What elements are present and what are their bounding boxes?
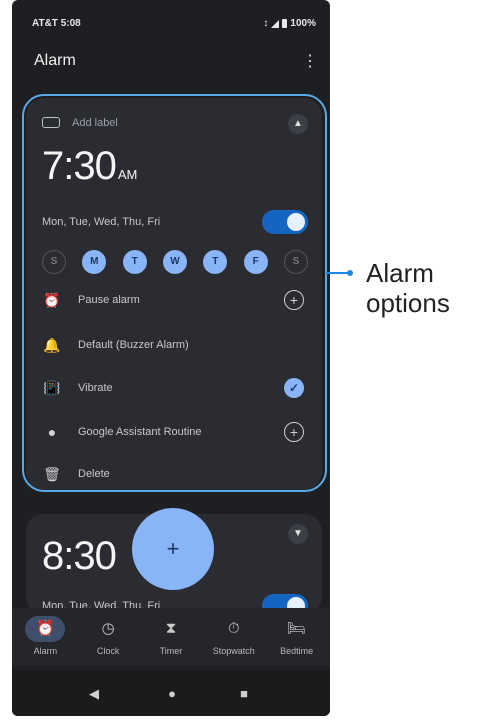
- label-icon: [42, 117, 60, 128]
- system-navigation-bar: ◀ ● ■: [12, 670, 330, 716]
- alarm-time-value: 7:30: [42, 144, 117, 188]
- day-tuesday[interactable]: T: [122, 250, 147, 274]
- vibrate-checkbox[interactable]: ✓: [284, 378, 304, 398]
- sound-row[interactable]: 🔔 Default (Buzzer Alarm): [42, 333, 308, 357]
- recents-icon[interactable]: ■: [236, 686, 252, 702]
- page-title: Alarm: [34, 52, 76, 69]
- status-bar: AT&T 5:08 ↕ 100%: [32, 18, 316, 32]
- stopwatch-icon: ⏱: [227, 620, 240, 637]
- pause-alarm-row[interactable]: ⏰ Pause alarm +: [42, 288, 308, 312]
- hourglass-icon: ⧗: [165, 620, 177, 637]
- assistant-routine-row[interactable]: ● Google Assistant Routine +: [42, 420, 308, 444]
- bell-icon: 🔔: [43, 337, 61, 353]
- assistant-routine-label: Google Assistant Routine: [78, 426, 202, 438]
- alarm-clock-icon: ⏰: [43, 292, 61, 308]
- signal-icon: [271, 19, 280, 28]
- callout-dot: [347, 270, 353, 276]
- alarm-ampm: AM: [117, 167, 138, 182]
- delete-row[interactable]: 🗑 Delete: [42, 462, 308, 486]
- nav-bedtime[interactable]: 🛏 Bedtime: [267, 608, 327, 666]
- callout-line1: Alarm: [366, 258, 434, 288]
- bottom-navigation: ⏰ Alarm ◷ Clock ⧗ Timer ⏱ Stopwatch 🛏 Be…: [12, 608, 330, 666]
- callout-line2: options: [366, 288, 450, 318]
- clock-icon: ◷: [101, 620, 115, 637]
- day-friday[interactable]: F: [243, 250, 268, 274]
- vibrate-row[interactable]: 📳 Vibrate ✓: [42, 376, 308, 400]
- day-sunday[interactable]: S: [42, 250, 66, 274]
- alarm-icon: ⏰: [25, 616, 66, 642]
- day-selector: S M T W T F S: [42, 250, 308, 274]
- vibrate-label: Vibrate: [78, 382, 113, 394]
- nav-stopwatch-label: Stopwatch: [212, 646, 255, 656]
- add-alarm-button[interactable]: +: [132, 508, 214, 590]
- add-label-row[interactable]: Add label ▲: [42, 114, 308, 134]
- home-icon[interactable]: ●: [164, 686, 180, 702]
- alarm2-time[interactable]: 8:30: [42, 534, 117, 579]
- callout-line: [326, 272, 348, 274]
- add-label-text: Add label: [72, 117, 118, 129]
- alarm-card-expanded[interactable]: Add label ▲ 7:30 AM Mon, Tue, Wed, Thu, F…: [26, 98, 322, 490]
- back-icon[interactable]: ◀: [86, 686, 102, 702]
- delete-label: Delete: [78, 468, 110, 480]
- nav-alarm-label: Alarm: [33, 646, 58, 656]
- sound-label: Default (Buzzer Alarm): [78, 339, 189, 351]
- nav-stopwatch[interactable]: ⏱ Stopwatch: [204, 608, 264, 666]
- repeat-days-text: Mon, Tue, Wed, Thu, Fri: [42, 216, 161, 228]
- day-wednesday[interactable]: W: [162, 250, 187, 274]
- carrier-time: AT&T 5:08: [32, 18, 81, 29]
- day-saturday[interactable]: S: [283, 250, 308, 274]
- google-assistant-icon: ●: [47, 424, 57, 440]
- vibrate-icon: 📳: [43, 380, 61, 396]
- nav-timer-label: Timer: [159, 646, 183, 656]
- app-bar: Alarm ⋮: [34, 50, 318, 74]
- nav-clock-label: Clock: [96, 646, 120, 656]
- collapse-icon[interactable]: ▲: [288, 114, 308, 134]
- alarm-time[interactable]: 7:30 AM: [42, 144, 137, 189]
- callout-label: Alarm options: [366, 258, 450, 318]
- trash-icon: 🗑: [43, 466, 61, 482]
- nav-bedtime-label: Bedtime: [280, 646, 314, 656]
- wifi-icon: ↕: [263, 18, 269, 29]
- add-routine-icon[interactable]: +: [284, 422, 304, 442]
- battery-percent: 100%: [290, 18, 316, 29]
- nav-alarm[interactable]: ⏰ Alarm: [15, 608, 75, 666]
- pause-alarm-label: Pause alarm: [78, 294, 140, 306]
- nav-timer[interactable]: ⧗ Timer: [141, 608, 201, 666]
- battery-icon: [282, 19, 288, 28]
- expand-icon[interactable]: ▼: [288, 524, 308, 544]
- bed-icon: 🛏: [287, 620, 307, 637]
- nav-clock[interactable]: ◷ Clock: [78, 608, 138, 666]
- more-vert-icon[interactable]: ⋮: [302, 52, 318, 72]
- toggle-knob: [287, 213, 305, 231]
- phone-screen: AT&T 5:08 ↕ 100% Alarm ⋮ Add label ▲ 7:3…: [12, 0, 330, 716]
- day-monday[interactable]: M: [82, 250, 107, 274]
- alarm-toggle[interactable]: [262, 210, 308, 234]
- day-thursday[interactable]: T: [203, 250, 228, 274]
- add-icon[interactable]: +: [284, 290, 304, 310]
